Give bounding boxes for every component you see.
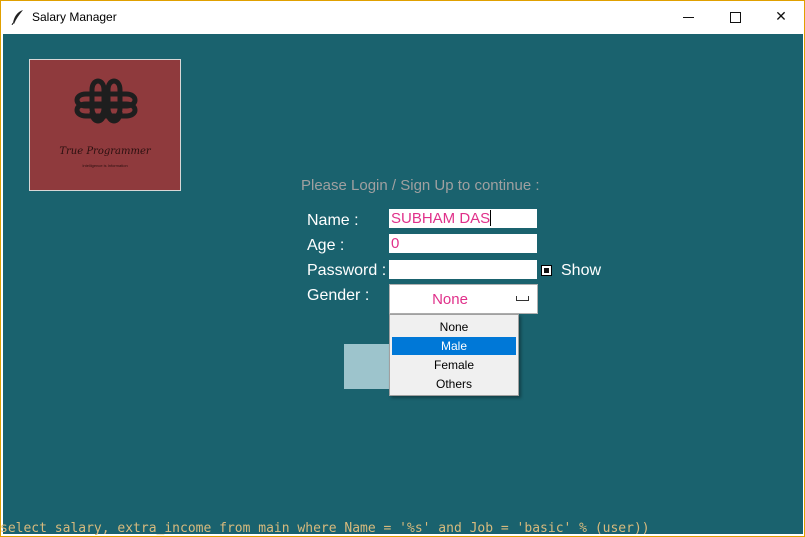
logo-brand-text: True Programmer [59, 146, 151, 157]
age-label: Age : [307, 237, 345, 254]
close-icon: ✕ [775, 9, 787, 25]
gender-option-menu[interactable]: None [389, 284, 538, 314]
close-button[interactable]: ✕ [758, 1, 804, 34]
feather-icon [11, 9, 25, 26]
logo-knot-icon [74, 78, 138, 124]
age-value: 0 [391, 235, 400, 252]
name-field[interactable]: SUBHAM DAS [389, 209, 537, 228]
name-value: SUBHAM DAS [391, 210, 491, 227]
option-menu-indicator-icon [516, 296, 529, 301]
gender-option-none[interactable]: None [392, 318, 516, 336]
submit-button[interactable] [344, 344, 392, 389]
gender-label: Gender : [307, 287, 370, 304]
text-caret [490, 210, 492, 226]
gender-option-others[interactable]: Others [392, 375, 516, 393]
minimize-button[interactable] [665, 1, 711, 34]
password-field[interactable] [389, 260, 537, 279]
gender-selected-value: None [432, 291, 468, 308]
main-panel: True Programmer Intelligence is Informat… [3, 34, 803, 534]
title-bar[interactable]: Salary Manager ✕ [1, 1, 804, 34]
logo-tagline: Intelligence is Information [82, 163, 128, 168]
maximize-icon [729, 11, 741, 23]
minimize-icon [682, 16, 694, 18]
brand-logo: True Programmer Intelligence is Informat… [29, 59, 181, 191]
window-title: Salary Manager [32, 10, 117, 24]
show-password-checkbox[interactable] [541, 265, 552, 276]
gender-option-female[interactable]: Female [392, 356, 516, 374]
background-editor-code: select salary, extra_income from main wh… [0, 521, 650, 536]
login-prompt: Please Login / Sign Up to continue : [301, 177, 540, 194]
checkbox-mark [544, 268, 549, 273]
gender-option-male[interactable]: Male [392, 337, 516, 355]
app-window: Salary Manager ✕ True Programmer Intelli… [0, 0, 805, 537]
name-label: Name : [307, 212, 359, 229]
show-password-label[interactable]: Show [561, 262, 601, 280]
age-field[interactable]: 0 [389, 234, 537, 253]
password-label: Password : [307, 262, 387, 279]
maximize-button[interactable] [712, 1, 758, 34]
gender-dropdown-list: None Male Female Others [389, 314, 519, 396]
